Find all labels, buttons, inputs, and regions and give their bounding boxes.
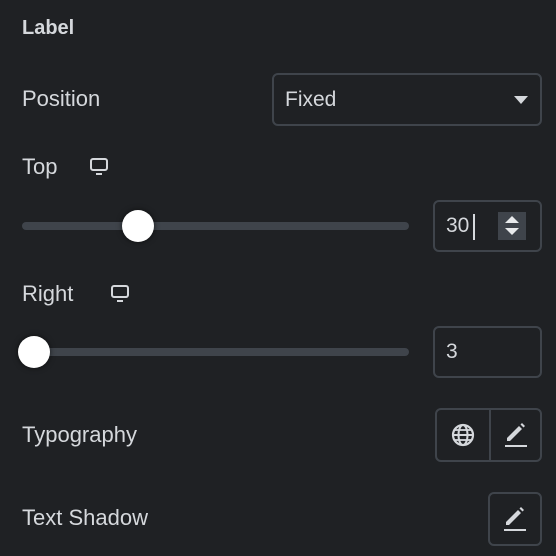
pencil-icon [504, 423, 527, 447]
position-select[interactable]: Fixed [272, 73, 542, 126]
text-shadow-label: Text Shadow [22, 505, 148, 530]
right-value: 3 [446, 340, 458, 363]
top-slider[interactable] [22, 222, 409, 230]
edit-typography-button[interactable] [491, 410, 540, 460]
top-slider-thumb[interactable] [122, 210, 155, 242]
typography-controls [435, 408, 542, 462]
top-input[interactable]: 30 [433, 200, 542, 252]
number-stepper[interactable] [498, 212, 526, 240]
typography-label: Typography [22, 422, 137, 447]
increment-icon[interactable] [505, 216, 519, 223]
desktop-icon[interactable] [88, 156, 110, 178]
right-label: Right [22, 281, 74, 306]
right-slider[interactable] [22, 348, 409, 356]
edit-text-shadow-button[interactable] [488, 492, 542, 546]
global-typography-button[interactable] [437, 410, 491, 460]
chevron-down-icon [514, 96, 528, 104]
pencil-icon [504, 507, 526, 531]
top-label: Top [22, 154, 58, 179]
decrement-icon[interactable] [505, 228, 519, 235]
position-value: Fixed [285, 88, 337, 111]
right-input[interactable]: 3 [433, 326, 542, 378]
top-value: 30 [446, 214, 470, 237]
position-label: Position [22, 86, 101, 111]
desktop-icon[interactable] [109, 283, 131, 305]
right-slider-thumb[interactable] [18, 336, 50, 368]
text-cursor [473, 214, 475, 240]
globe-icon [451, 423, 475, 447]
section-title: Label [22, 17, 75, 39]
